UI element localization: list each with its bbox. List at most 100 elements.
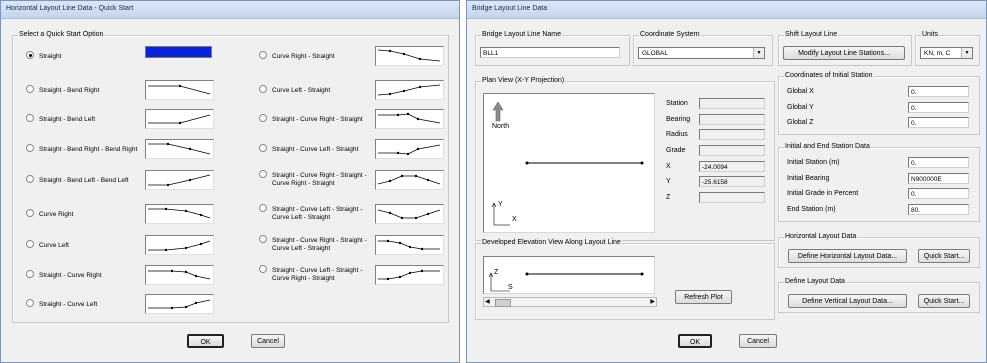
- horizontal-quick-start-button[interactable]: Quick Start...: [918, 249, 970, 263]
- horizontal-layout-data-label: Horizontal Layout Data: [784, 233, 858, 240]
- quick-start-option-label: Straight - Bend Left - Bend Left: [39, 177, 129, 184]
- radio-button-icon[interactable]: [26, 240, 34, 248]
- quick-start-option[interactable]: Curve Right - Straight: [259, 51, 335, 61]
- radio-button-icon[interactable]: [259, 235, 267, 243]
- layout-line-name-label: Bridge Layout Line Name: [481, 31, 562, 38]
- radio-button-icon[interactable]: [26, 209, 34, 217]
- layout-shape-point: [386, 277, 390, 281]
- plan-start-point: [525, 161, 529, 165]
- station-field-label: X: [666, 163, 671, 170]
- bridge-cancel-button[interactable]: Cancel: [739, 334, 777, 348]
- plan-axis-y-label: Y: [498, 201, 503, 208]
- define-vertical-layout-button[interactable]: Define Vertical Layout Data...: [788, 294, 907, 308]
- modify-layout-line-stations-button[interactable]: Modify Layout Line Stations...: [783, 46, 905, 60]
- layout-shape-point: [386, 239, 390, 243]
- radio-button-icon[interactable]: [26, 270, 34, 278]
- initial-coord-input[interactable]: 0.: [908, 102, 969, 113]
- vertical-quick-start-button[interactable]: Quick Start...: [918, 294, 970, 308]
- quick-start-preview: [375, 46, 444, 66]
- quick-start-option[interactable]: Curve Right: [26, 209, 73, 219]
- quick-start-option[interactable]: Straight - Curve Right - Straight - Curve…: [259, 170, 367, 188]
- quick-start-option-label: Curve Right - Straight: [272, 53, 335, 60]
- station-field-value: [699, 145, 765, 156]
- layout-shape-line: [378, 144, 441, 155]
- layout-shape-point: [408, 271, 412, 275]
- quick-start-option[interactable]: Straight - Bend Right - Bend Right: [26, 144, 137, 154]
- layout-line-name-input[interactable]: BLL1: [480, 47, 620, 58]
- quick-start-option[interactable]: Straight - Curve Right - Straight: [259, 114, 363, 124]
- radio-button-icon[interactable]: [259, 114, 267, 122]
- quick-start-option-label: Straight - Curve Left - Straight: [272, 146, 359, 153]
- units-select[interactable]: KN, m, C ▼: [920, 47, 973, 59]
- radio-button-icon[interactable]: [26, 51, 34, 59]
- bridge-ok-button[interactable]: OK: [678, 334, 712, 348]
- define-horizontal-layout-button[interactable]: Define Horizontal Layout Data...: [788, 249, 907, 263]
- initial-coord-input[interactable]: 0.: [908, 117, 969, 128]
- quick-start-option-label: Curve Left - Straight: [272, 245, 331, 252]
- quick-start-option[interactable]: Straight - Bend Left: [26, 114, 95, 124]
- quick-start-option[interactable]: Straight - Curve Left - Straight - Curve …: [259, 204, 362, 222]
- radio-button-icon[interactable]: [26, 85, 34, 93]
- scroll-left-icon[interactable]: ◀: [485, 298, 490, 306]
- north-label: North: [492, 123, 510, 130]
- station-field-value: [699, 114, 765, 125]
- elevation-axis-s-label: S: [508, 284, 513, 291]
- quick-start-option[interactable]: Curve Left: [26, 240, 69, 250]
- layout-shape-point: [406, 112, 410, 116]
- quick-start-ok-button[interactable]: OK: [187, 334, 224, 348]
- radio-button-icon[interactable]: [259, 85, 267, 93]
- quick-start-option[interactable]: Straight: [26, 51, 61, 61]
- layout-shape-preview: [377, 49, 441, 62]
- layout-shape-preview: [378, 112, 441, 124]
- quick-start-option[interactable]: Straight - Bend Left - Bend Left: [26, 175, 129, 185]
- quick-start-titlebar[interactable]: Horizontal Layout Line Data - Quick Star…: [1, 1, 459, 19]
- layout-shape-point: [194, 301, 198, 305]
- quick-start-option-label: Curve Right: [39, 211, 74, 218]
- station-data-input[interactable]: N900000E: [908, 173, 969, 184]
- quick-start-cancel-button[interactable]: Cancel: [251, 334, 285, 348]
- station-data-input[interactable]: 0.: [908, 188, 969, 199]
- radio-button-icon[interactable]: [26, 144, 34, 152]
- radio-button-icon[interactable]: [26, 114, 34, 122]
- layout-shape-point: [188, 147, 192, 151]
- layout-shape-preview: [148, 269, 211, 280]
- radio-button-icon[interactable]: [259, 204, 267, 212]
- quick-start-option-label: Curve Right - Straight: [272, 180, 335, 187]
- radio-button-icon[interactable]: [259, 144, 267, 152]
- coordinate-system-select[interactable]: GLOBAL ▼: [638, 47, 765, 59]
- layout-shape-line: [377, 175, 441, 185]
- scroll-right-icon[interactable]: ▶: [650, 298, 655, 306]
- station-data-input[interactable]: 0.: [908, 157, 969, 168]
- layout-shape-point: [388, 179, 392, 183]
- initial-coord-input[interactable]: 0.: [908, 86, 969, 97]
- station-data-input[interactable]: 80.: [908, 204, 969, 215]
- layout-shape-point: [178, 84, 182, 88]
- refresh-plot-button[interactable]: Refresh Plot: [675, 290, 732, 304]
- layout-shape-line: [148, 270, 211, 280]
- radio-button-icon[interactable]: [259, 265, 267, 273]
- layout-shape-point: [418, 57, 422, 61]
- radio-button-icon[interactable]: [259, 51, 267, 59]
- units-value: KN, m, C: [924, 50, 951, 57]
- scroll-thumb[interactable]: [495, 299, 511, 307]
- layout-shape-point: [184, 246, 188, 250]
- quick-start-option[interactable]: Straight - Curve Left: [26, 299, 97, 309]
- radio-button-icon[interactable]: [26, 299, 34, 307]
- layout-shape-point: [166, 142, 170, 146]
- quick-start-option[interactable]: Curve Left - Straight: [259, 85, 330, 95]
- station-field-label: Y: [666, 178, 671, 185]
- quick-start-option[interactable]: Straight - Curve Left - Straight - Curve …: [259, 265, 362, 283]
- quick-start-option[interactable]: Straight - Bend Right: [26, 85, 99, 95]
- layout-shape-point: [418, 85, 422, 89]
- layout-shape-preview: [377, 209, 441, 220]
- radio-button-icon[interactable]: [259, 170, 267, 178]
- quick-start-option[interactable]: Straight - Curve Right: [26, 270, 102, 280]
- quick-start-option[interactable]: Straight - Curve Left - Straight: [259, 144, 358, 154]
- layout-shape-line: [148, 143, 211, 155]
- quick-start-preview: [375, 204, 444, 224]
- elevation-scrollbar[interactable]: ◀ ▶: [483, 297, 657, 307]
- bridge-titlebar[interactable]: Bridge Layout Line Data: [467, 1, 986, 19]
- shift-layout-line-group: Shift Layout Line Modify Layout Line Sta…: [778, 31, 912, 66]
- radio-button-icon[interactable]: [26, 175, 34, 183]
- quick-start-option[interactable]: Straight - Curve Right - Straight - Curve…: [259, 235, 367, 253]
